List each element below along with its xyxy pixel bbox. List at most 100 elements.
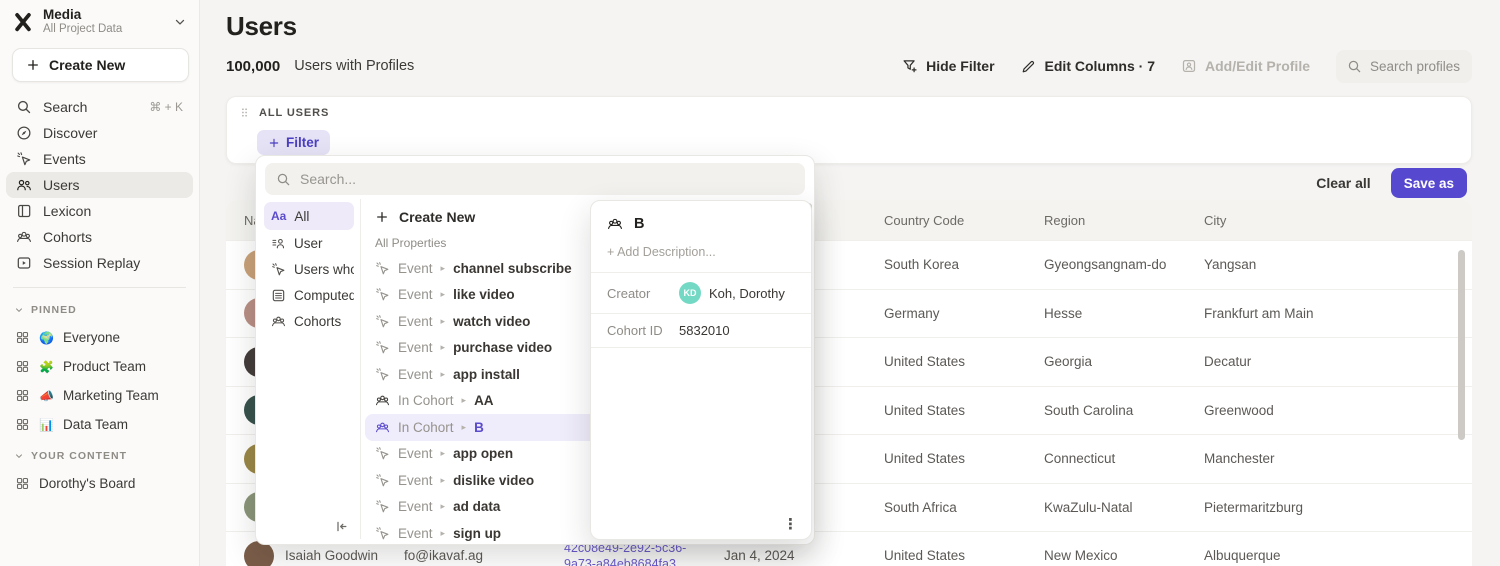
user-region: Gyeongsangnam-do [1044,257,1204,272]
category-label: Cohorts [294,314,341,329]
user-city: Pietermaritzburg [1204,500,1472,515]
dropdown-search-input[interactable] [300,171,794,187]
pinned-section-header[interactable]: PINNED [0,298,199,322]
category-all[interactable]: Aa All [264,202,354,230]
events-icon [375,446,390,461]
search-icon [16,99,32,115]
app-logo-icon [12,11,34,33]
user-country: United States [884,451,1044,466]
board-grid-icon [15,359,30,374]
board-label: Product Team [63,359,146,374]
category-computed[interactable]: Computed [264,282,354,308]
create-new-button[interactable]: Create New [12,48,189,82]
drag-handle-icon[interactable] [238,106,251,119]
dropdown-create-label: Create New [399,209,475,225]
sidebar-board-dorothys-board[interactable]: Dorothy's Board [6,470,193,497]
data-team-emoji: 📊 [39,418,54,432]
sidebar-item-lexicon[interactable]: Lexicon [6,198,193,224]
user-properties-icon [271,236,286,251]
filter-icon [902,58,918,74]
add-edit-profile-label: Add/Edit Profile [1205,58,1310,74]
nav-label: Session Replay [43,255,140,271]
events-icon [375,340,390,355]
column-header-region[interactable]: Region [1044,213,1204,228]
everyone-emoji: 🌍 [39,331,54,345]
nav-label: Discover [43,125,97,141]
sidebar-item-search[interactable]: Search ⌘ + K [6,94,193,120]
add-filter-button[interactable]: Filter [257,130,330,155]
sidebar: Media All Project Data Create New Search… [0,0,200,566]
dropdown-search-box[interactable] [265,163,805,195]
cohort-preview-card: B + Add Description... Creator KD Koh, D… [590,200,812,540]
events-icon [375,526,390,541]
sidebar-board-data-team[interactable]: 📊 Data Team [6,411,193,438]
plus-icon [268,137,280,149]
user-city: Decatur [1204,354,1472,369]
column-header-city[interactable]: City [1204,213,1472,228]
product-team-emoji: 🧩 [39,360,54,374]
add-description-button[interactable]: + Add Description... [591,241,811,273]
chevron-down-icon [14,305,24,315]
more-options-icon[interactable]: ⋮ [783,522,797,529]
category-user[interactable]: User [264,230,354,256]
user-region: South Carolina [1044,403,1204,418]
sidebar-board-everyone[interactable]: 🌍 Everyone [6,324,193,351]
dropdown-categories: Aa All User Users who di... Computed Coh… [256,199,360,539]
table-scrollbar[interactable] [1458,250,1465,440]
sidebar-board-marketing-team[interactable]: 📣 Marketing Team [6,382,193,409]
session-replay-icon [16,255,32,271]
profile-card-icon [1181,58,1197,74]
cohort-title: B [634,216,644,232]
events-icon [375,261,390,276]
user-count-label: Users with Profiles [294,58,414,74]
hide-filter-button[interactable]: Hide Filter [902,58,994,74]
edit-columns-label: Edit Columns · 7 [1045,58,1155,74]
edit-columns-button[interactable]: Edit Columns · 7 [1021,58,1155,74]
your-content-section-header[interactable]: YOUR CONTENT [0,444,199,468]
chevron-down-icon [173,15,187,29]
creator-name: Koh, Dorothy [709,286,785,301]
plus-icon [26,58,40,72]
clear-all-button[interactable]: Clear all [1316,175,1370,191]
add-edit-profile-button[interactable]: Add/Edit Profile [1181,58,1310,74]
project-switcher[interactable]: Media All Project Data [0,0,199,40]
sidebar-divider [13,287,186,288]
board-grid-icon [15,476,30,491]
chevron-down-icon [14,451,24,461]
category-users-who-did[interactable]: Users who di... [264,256,354,282]
column-header-country-code[interactable]: Country Code [884,213,1044,228]
board-label: Dorothy's Board [39,476,135,491]
workspace-name: Media [43,7,164,23]
cohorts-icon [271,314,286,329]
nav-label: Search [43,99,87,115]
user-region: Connecticut [1044,451,1204,466]
events-icon [375,287,390,302]
user-country: South Korea [884,257,1044,272]
sidebar-item-events[interactable]: Events [6,146,193,172]
sidebar-item-session-replay[interactable]: Session Replay [6,250,193,276]
sidebar-item-users[interactable]: Users [6,172,193,198]
user-country: South Africa [884,500,1044,515]
creator-avatar: KD [679,282,701,304]
board-label: Data Team [63,417,128,432]
hide-filter-label: Hide Filter [926,58,994,74]
cohort-id-row: Cohort ID 5832010 [591,314,811,348]
board-label: Marketing Team [63,388,159,403]
sidebar-item-discover[interactable]: Discover [6,120,193,146]
board-grid-icon [15,388,30,403]
create-new-label: Create New [49,57,125,73]
category-cohorts[interactable]: Cohorts [264,308,354,334]
category-label: Users who di... [294,262,354,277]
nav-label: Events [43,151,86,167]
user-country: United States [884,354,1044,369]
search-profiles-box[interactable] [1336,50,1472,83]
save-as-button[interactable]: Save as [1391,168,1467,198]
users-icon [16,177,32,193]
search-profiles-input[interactable] [1370,59,1461,74]
sidebar-board-product-team[interactable]: 🧩 Product Team [6,353,193,380]
your-content-label: YOUR CONTENT [31,450,127,462]
sidebar-item-cohorts[interactable]: Cohorts [6,224,193,250]
collapse-panel-icon[interactable] [334,519,349,534]
cohort-id-label: Cohort ID [607,323,679,338]
search-icon [276,172,291,187]
